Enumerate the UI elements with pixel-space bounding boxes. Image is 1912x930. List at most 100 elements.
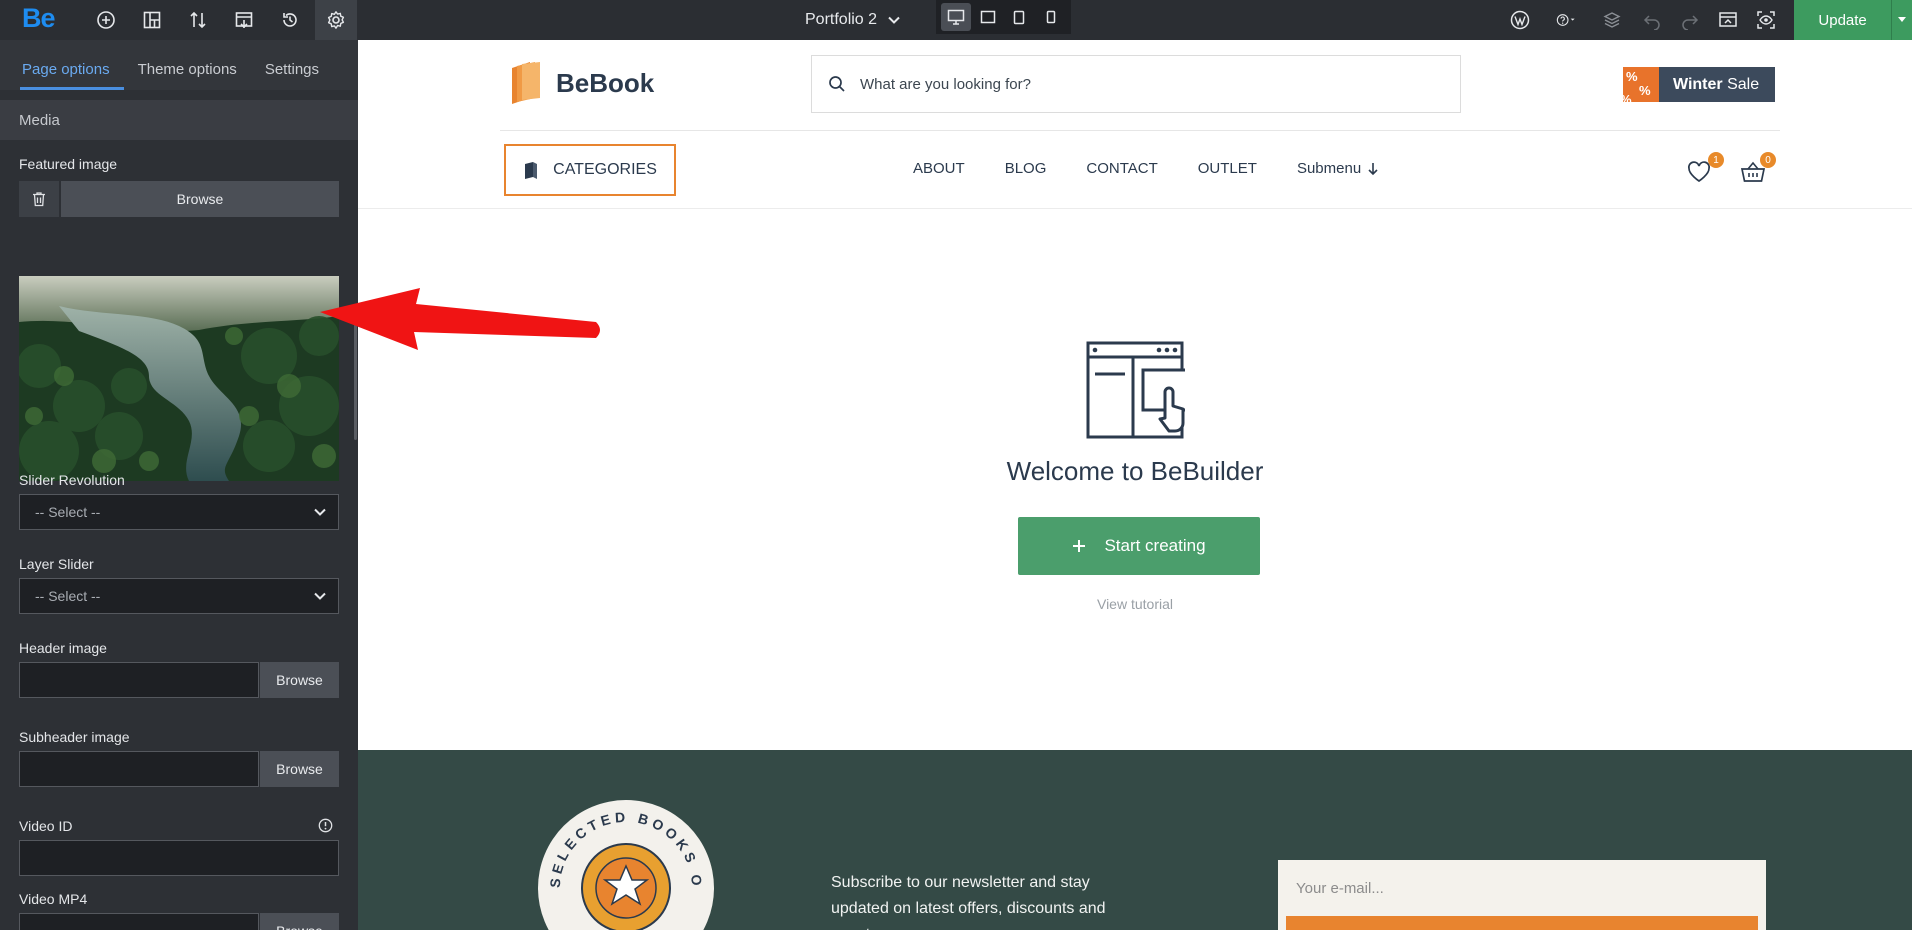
river-forest-image (19, 276, 339, 481)
layer-slider-label: Layer Slider (19, 556, 94, 572)
svg-text:%: % (1626, 69, 1638, 84)
percent-icon: %%% (1623, 67, 1659, 102)
update-button[interactable]: Update (1794, 0, 1912, 40)
layers-icon (1603, 12, 1621, 28)
newsletter-form: Your e-mail... (1278, 860, 1766, 930)
preview-icon (1719, 12, 1737, 27)
nav-submenu[interactable]: Submenu (1297, 160, 1379, 177)
newsletter-section: SELECTED BOOKS ON THE Subscribe to our n… (358, 750, 1912, 930)
help-icon (1556, 14, 1575, 26)
history-button[interactable] (269, 0, 311, 40)
section-media[interactable]: Media (0, 100, 358, 140)
undo-icon (1643, 15, 1660, 30)
slider-revolution-select[interactable]: -- Select -- (19, 494, 339, 530)
header-divider (500, 130, 1780, 131)
device-desktop[interactable] (940, 3, 971, 31)
subheader-image-input[interactable] (19, 751, 259, 787)
nav-contact[interactable]: CONTACT (1086, 160, 1157, 177)
video-id-info-button[interactable] (318, 818, 333, 838)
nav-blog[interactable]: BLOG (1005, 160, 1047, 177)
email-field[interactable]: Your e-mail... (1288, 868, 1764, 908)
sidebar-scrollbar[interactable] (354, 320, 357, 440)
subscribe-button[interactable] (1286, 916, 1758, 930)
add-element-button[interactable] (85, 0, 127, 40)
help-button[interactable] (1544, 0, 1588, 40)
featured-image-label: Featured image (19, 156, 118, 172)
device-laptop[interactable] (973, 3, 1003, 31)
sort-button[interactable] (177, 0, 219, 40)
sale-label: Winter Sale (1673, 75, 1760, 93)
trash-icon (33, 192, 45, 207)
update-options-button[interactable] (1891, 0, 1912, 40)
layers-button[interactable] (1592, 0, 1632, 40)
preview-button[interactable] (1708, 0, 1748, 40)
wordpress-icon (1510, 10, 1530, 30)
start-creating-button[interactable]: Start creating (1018, 517, 1260, 575)
template-button[interactable] (223, 0, 265, 40)
categories-button[interactable]: CATEGORIES (504, 144, 676, 196)
browse-header-image-button[interactable]: Browse (260, 662, 339, 698)
browse-video-mp4-button[interactable]: Browse (260, 913, 339, 930)
device-tablet[interactable] (1004, 3, 1034, 31)
tab-settings[interactable]: Settings (255, 61, 329, 90)
history-icon (283, 13, 297, 27)
chevron-down-icon (888, 16, 900, 24)
svg-text:%: % (1623, 92, 1632, 102)
redo-button[interactable] (1670, 0, 1710, 40)
site-name: BeBook (556, 67, 655, 98)
bebuilder-logo[interactable]: Be (22, 3, 56, 34)
chevron-down-icon (314, 508, 326, 516)
nav-submenu-label: Submenu (1296, 160, 1362, 177)
page-selector[interactable]: Portfolio 2 (805, 0, 901, 40)
cart-count-badge: 0 (1760, 152, 1776, 168)
template-icon (235, 12, 253, 29)
browse-subheader-image-button[interactable]: Browse (260, 751, 339, 787)
start-creating-label: Start creating (1104, 536, 1206, 555)
video-id-label: Video ID (19, 818, 73, 834)
cart-button[interactable]: 0 (1740, 152, 1776, 189)
header-image-label: Header image (19, 640, 107, 656)
wishlist-button[interactable]: 1 (1686, 152, 1724, 189)
layer-slider-select[interactable]: -- Select -- (19, 578, 339, 614)
tablet-icon (1014, 10, 1025, 24)
view-page-button[interactable] (1746, 0, 1786, 40)
arrow-down-icon (1368, 162, 1378, 175)
wishlist-count-badge: 1 (1708, 152, 1724, 168)
redo-icon (1682, 15, 1699, 30)
selected-books-badge: SELECTED BOOKS ON THE (536, 798, 714, 930)
video-mp4-input[interactable] (19, 913, 259, 930)
page-settings-button[interactable] (315, 0, 357, 40)
sidebar-tabs: Page options Theme options Settings (0, 40, 358, 90)
update-label: Update (1818, 11, 1867, 29)
winter-sale-banner[interactable]: %%% Winter Sale (1623, 67, 1775, 102)
plus-icon (1073, 540, 1086, 552)
builder-toolbar: Be Portfolio 2 Update (0, 0, 1912, 40)
slider-revolution-value: -- Select -- (35, 504, 101, 520)
mobile-icon (1046, 10, 1056, 24)
view-tutorial-link[interactable]: View tutorial (358, 596, 1912, 612)
site-search[interactable]: What are you looking for? (811, 55, 1461, 113)
tab-theme-options[interactable]: Theme options (128, 61, 247, 90)
site-logo[interactable]: BeBook (508, 60, 654, 106)
remove-featured-image-button[interactable] (19, 181, 59, 217)
browse-featured-image-button[interactable]: Browse (61, 181, 339, 217)
caret-down-icon (1898, 17, 1907, 22)
options-sidebar: Page options Theme options Settings Medi… (0, 40, 358, 930)
video-id-input[interactable] (19, 840, 339, 876)
search-input[interactable]: What are you looking for? (860, 76, 1031, 93)
tab-page-options[interactable]: Page options (12, 61, 124, 90)
newsletter-text: Subscribe to our newsletter and stay upd… (831, 874, 1106, 930)
header-bottom-border (358, 208, 1912, 209)
layout-button[interactable] (131, 0, 173, 40)
device-mobile[interactable] (1036, 3, 1066, 31)
header-image-input[interactable] (19, 662, 259, 698)
wordpress-button[interactable] (1500, 0, 1540, 40)
featured-image-preview[interactable] (19, 276, 339, 481)
layer-slider-value: -- Select -- (35, 588, 101, 604)
undo-button[interactable] (1632, 0, 1672, 40)
nav-outlet[interactable]: OUTLET (1198, 160, 1257, 177)
book-logo-icon (512, 62, 540, 104)
svg-text:%: % (1639, 83, 1651, 98)
sort-icon (190, 11, 206, 29)
nav-about[interactable]: ABOUT (913, 160, 965, 177)
